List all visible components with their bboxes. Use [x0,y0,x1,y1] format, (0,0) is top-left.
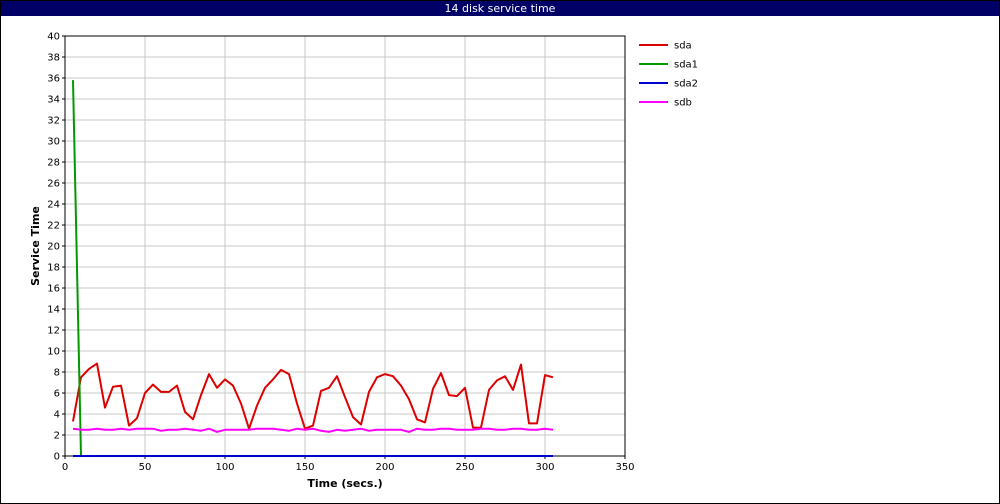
y-tick-label: 24 [47,200,60,211]
y-tick-label: 12 [47,326,60,337]
y-tick-label: 32 [47,116,60,127]
x-tick-label: 0 [62,462,68,473]
y-tick-label: 6 [54,389,60,400]
y-tick-label: 26 [47,179,60,190]
y-tick-label: 30 [47,137,60,148]
y-tick-label: 10 [47,347,60,358]
x-tick-label: 150 [295,462,314,473]
legend-label-sda: sda [674,41,692,52]
y-tick-label: 4 [54,410,60,421]
y-tick-label: 16 [47,284,60,295]
chart-canvas: 0 50 100 150 200 250 300 3500246810121416182022… [29,32,698,491]
grid-lines [64,35,626,457]
legend-label-sdb: sdb [674,98,692,109]
x-tick-label: 250 [455,462,474,473]
x-tick-label: 50 [139,462,152,473]
y-tick-label: 38 [47,53,60,64]
x-tick-label: 200 [375,462,394,473]
legend: sda sda1 sda2 sdb [639,41,698,109]
y-tick-label: 18 [47,263,60,274]
chart-frame: 14 disk service time 0 50 100 150 200 250 300 3… [0,0,1000,504]
legend-label-sda1: sda1 [674,60,698,71]
y-tick-label: 0 [54,452,60,463]
y-tick-label: 28 [47,158,60,169]
y-tick-label: 34 [47,95,60,106]
legend-label-sda2: sda2 [674,79,698,90]
y-tick-label: 36 [47,74,60,85]
x-tick-label: 100 [215,462,234,473]
x-axis-title: Time (secs.) [307,477,382,490]
y-tick-label: 14 [47,305,60,316]
y-tick-label: 22 [47,221,60,232]
axes: 0 50 100 150 200 250 300 3500246810121416182022… [47,32,634,474]
x-tick-label: 300 [535,462,554,473]
y-tick-label: 40 [47,32,60,43]
y-tick-label: 8 [54,368,60,379]
x-tick-label: 350 [615,462,634,473]
y-tick-label: 20 [47,242,60,253]
y-tick-label: 2 [54,431,60,442]
y-axis-title: Service Time [29,206,42,286]
